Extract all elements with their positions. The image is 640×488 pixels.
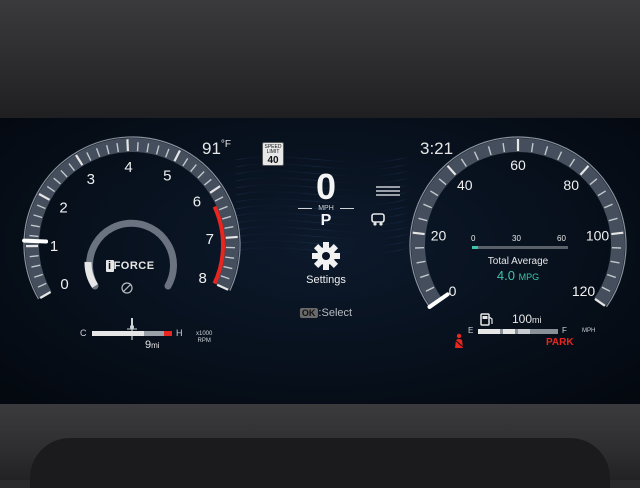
tachometer-major-tick — [226, 237, 238, 238]
fuel-empty-label: E — [468, 326, 473, 335]
ok-key: OK — [300, 308, 318, 318]
gear-indicator: P — [321, 212, 332, 230]
tachometer-needle — [24, 241, 46, 242]
eco-mode-icon — [122, 283, 132, 293]
coolant-cold-label: C — [80, 328, 87, 338]
tachometer-tick-label: 8 — [199, 270, 207, 287]
tachometer-tick-label: 5 — [163, 167, 171, 184]
fuel-range: 100mi — [512, 312, 542, 326]
tachometer-tick-label: 1 — [50, 238, 58, 255]
speedometer-tick-label: 20 — [431, 228, 447, 244]
tachometer-tick-label: 2 — [59, 200, 67, 217]
tachometer-tick-label: 4 — [124, 159, 132, 176]
mini-tach-arc — [88, 223, 174, 286]
rpm-unit-label: x1000RPM — [196, 331, 212, 344]
speed-limit-value: 40 — [263, 156, 283, 166]
coolant-temp-icon — [127, 318, 137, 329]
speedometer-major-tick — [611, 233, 623, 234]
outside-temperature: 91°F — [202, 139, 231, 159]
speedometer-tick-label: 60 — [510, 157, 526, 173]
trip-odometer: 9mi — [145, 339, 160, 351]
wave-line — [236, 233, 410, 240]
tachometer-minor-tick — [29, 236, 38, 237]
speed-gauge-unit: MPH — [582, 328, 595, 334]
tachometer-tick-label: 0 — [60, 276, 68, 293]
speedometer-tick-label: 80 — [563, 177, 579, 193]
tachometer-gauge: 0 1 2 3 4 5 6 7 8 — [24, 137, 240, 299]
tachometer-minor-tick — [138, 142, 139, 151]
settings-label[interactable]: Settings — [306, 274, 346, 286]
speedometer-tick-label: 120 — [572, 283, 596, 299]
lane-lines-icon — [376, 186, 400, 196]
speedometer-tick-label: 40 — [457, 177, 473, 193]
tachometer-major-tick — [127, 139, 128, 151]
tachometer-tick-label: 7 — [206, 231, 214, 248]
fuel-pump-icon — [481, 314, 492, 325]
select-hint: OK:Select — [300, 307, 352, 319]
speedometer-major-tick — [413, 233, 425, 234]
speedometer-tick-label: 100 — [586, 228, 610, 244]
speed-readout: 0 — [316, 166, 336, 208]
economy-meter — [472, 246, 568, 249]
clock: 3:21 — [420, 139, 453, 159]
speed-unit-label: MPH — [318, 205, 334, 212]
park-brake-indicator: PARK — [546, 337, 574, 348]
speedometer-tick-label: 0 — [449, 283, 457, 299]
speed-limit-sign: SPEED LIMIT 40 — [262, 142, 284, 166]
settings-gear-icon[interactable] — [312, 242, 340, 270]
speed-limit-label: SPEED LIMIT — [263, 145, 283, 155]
traction-control-icon — [372, 214, 384, 226]
speed-unit-rule-left — [298, 208, 312, 209]
tachometer-tick-label: 3 — [87, 171, 95, 188]
economy-title: Total Average — [488, 256, 548, 267]
fuel-gauge-bar — [478, 329, 558, 334]
tachometer-tick-label: 6 — [193, 194, 201, 211]
economy-readout: 4.0 MPG — [497, 268, 539, 283]
seatbelt-warning-icon — [455, 334, 463, 348]
fuel-full-label: F — [562, 326, 567, 335]
iforce-logo: iFORCE — [106, 260, 155, 272]
coolant-hot-label: H — [176, 328, 183, 338]
speed-unit-rule-right — [340, 208, 354, 209]
gauge-graphics: 0 1 2 3 4 5 6 7 8 0 20 40 60 80 100 120 — [0, 0, 640, 480]
